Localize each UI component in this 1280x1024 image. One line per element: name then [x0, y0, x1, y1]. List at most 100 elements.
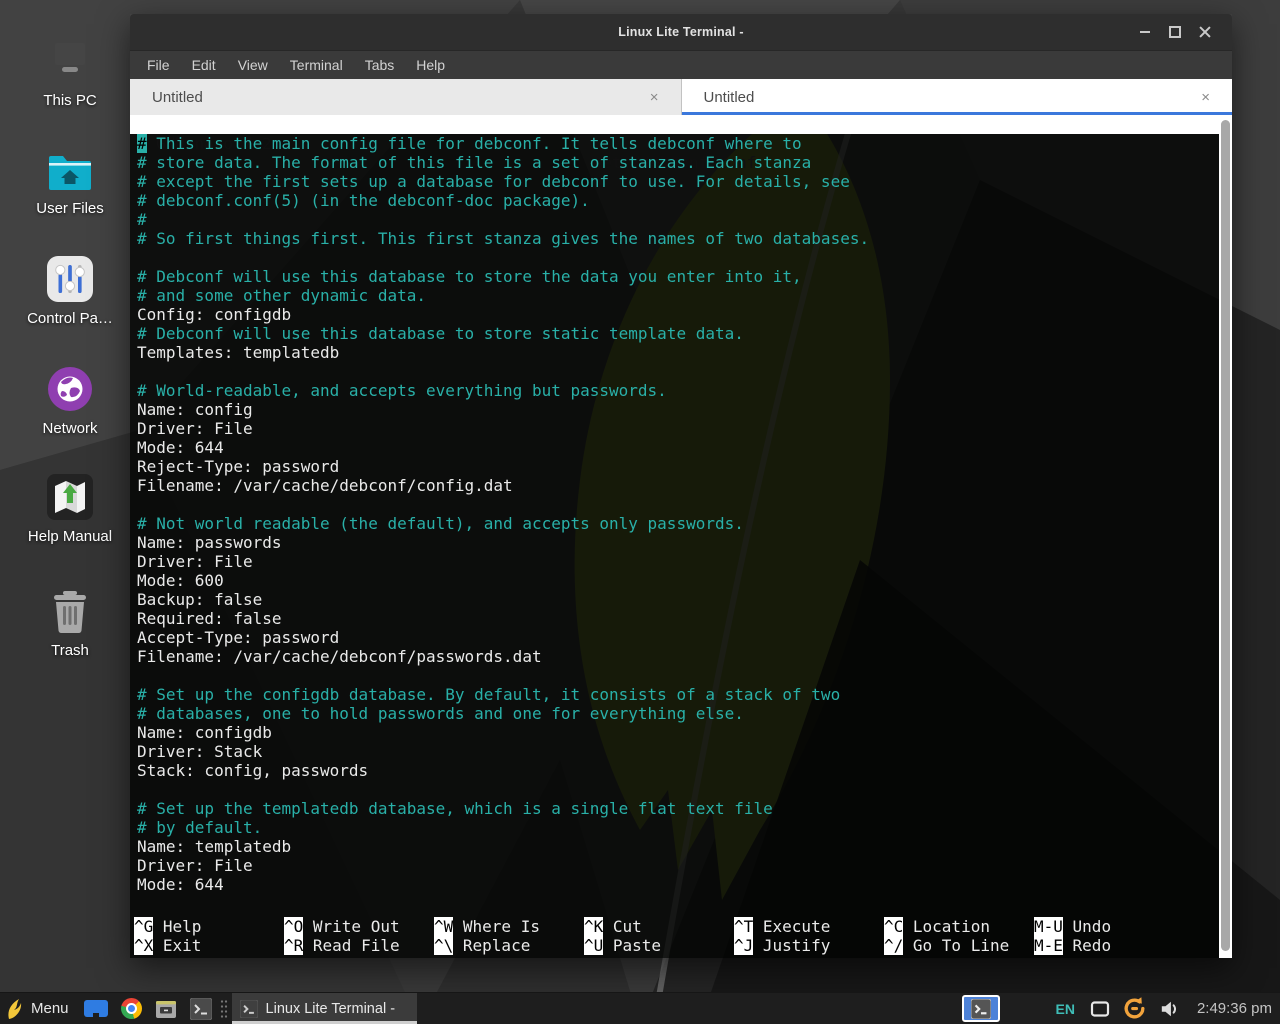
nano-shortcut-cut: ^K Cut: [584, 917, 734, 936]
nano-shortcut-go-to-line: ^/ Go To Line: [884, 936, 1034, 955]
menu-item-file[interactable]: File: [136, 57, 181, 73]
desktop-icon-help-manual[interactable]: Help Manual: [10, 468, 130, 545]
desktop-icon-label: User Files: [10, 200, 130, 217]
terminal-line: Stack: config, passwords: [130, 761, 1219, 780]
computer-icon: [10, 32, 130, 84]
nano-shortcut-redo: M-E Redo: [1034, 936, 1184, 955]
menu-item-help[interactable]: Help: [405, 57, 456, 73]
nano-titlebar: GNU nano 7.2 /etc/debconf.conf: [130, 115, 1219, 134]
terminal-line: Name: passwords: [130, 533, 1219, 552]
update-notifier-icon[interactable]: [1122, 996, 1147, 1021]
desktop-icon-user-files[interactable]: User Files: [10, 140, 130, 217]
minimize-button[interactable]: [1130, 14, 1160, 50]
control-panel-icon: [10, 250, 130, 302]
nano-shortcut-execute: ^T Execute: [734, 917, 884, 936]
terminal-line: Name: configdb: [130, 723, 1219, 742]
help-manual-icon: [10, 468, 130, 520]
close-button[interactable]: [1190, 14, 1220, 50]
terminal-line: #: [130, 210, 1219, 229]
desktop-icon-label: Help Manual: [10, 528, 130, 545]
terminal-line: Config: configdb: [130, 305, 1219, 324]
terminal-content[interactable]: GNU nano 7.2 /etc/debconf.conf # This is…: [130, 115, 1232, 958]
tray-terminal-active-icon[interactable]: [962, 995, 1000, 1022]
window-title: Linux Lite Terminal -: [618, 25, 744, 39]
scrollbar-thumb[interactable]: [1221, 120, 1230, 951]
nano-shortcut-bar: ^G Help^O Write Out^W Where Is^K Cut^T E…: [130, 917, 1219, 955]
chrome-icon[interactable]: [121, 993, 142, 1024]
file-manager-icon[interactable]: [154, 993, 178, 1024]
tab-bar: Untitled × Untitled ×: [130, 79, 1232, 116]
nano-shortcut-where-is: ^W Where Is: [434, 917, 584, 936]
panel-handle: [220, 999, 228, 1019]
trash-icon: [10, 582, 130, 634]
taskbar: Menu Linux Lite: [0, 992, 1280, 1024]
terminal-line: # This is the main config file for debco…: [130, 134, 1219, 153]
scrollbar[interactable]: [1219, 115, 1232, 958]
nano-buffer: # This is the main config file for debco…: [130, 134, 1219, 894]
nano-shortcut-help: ^G Help: [134, 917, 284, 936]
tab-close-icon[interactable]: ×: [1201, 89, 1210, 106]
clock[interactable]: 2:49:36 pm: [1197, 1000, 1272, 1017]
menu-button[interactable]: Menu: [0, 993, 77, 1024]
show-desktop-icon[interactable]: [83, 993, 109, 1024]
terminal-line: Filename: /var/cache/debconf/passwords.d…: [130, 647, 1219, 666]
desktop-icon-control-panel[interactable]: Control Pa…: [10, 250, 130, 327]
nano-shortcut-write-out: ^O Write Out: [284, 917, 434, 936]
terminal-line: # by default.: [130, 818, 1219, 837]
menu-item-edit[interactable]: Edit: [181, 57, 227, 73]
tab-untitled-1[interactable]: Untitled ×: [130, 79, 682, 116]
terminal-line: Mode: 644: [130, 438, 1219, 457]
maximize-button[interactable]: [1160, 14, 1190, 50]
nano-shortcut-exit: ^X Exit: [134, 936, 284, 955]
terminal-line: # Debconf will use this database to stor…: [130, 324, 1219, 343]
nano-shortcut-read-file: ^R Read File: [284, 936, 434, 955]
terminal-window: Linux Lite Terminal - FileEditViewTermin…: [130, 14, 1232, 958]
taskbar-window-button[interactable]: Linux Lite Terminal -: [232, 993, 418, 1024]
terminal-line: # Set up the configdb database. By defau…: [130, 685, 1219, 704]
terminal-line: Driver: File: [130, 856, 1219, 875]
terminal-line: Backup: false: [130, 590, 1219, 609]
desktop-icon-label: Control Pa…: [10, 310, 130, 327]
terminal-line: [130, 780, 1219, 799]
terminal-line: Required: false: [130, 609, 1219, 628]
window-controls: [1130, 14, 1220, 50]
menu-item-terminal[interactable]: Terminal: [279, 57, 354, 73]
display-tray-icon[interactable]: [1090, 1000, 1110, 1018]
volume-icon[interactable]: [1159, 999, 1181, 1019]
terminal-line: [130, 666, 1219, 685]
terminal-line: Driver: Stack: [130, 742, 1219, 761]
tab-close-icon[interactable]: ×: [650, 89, 659, 106]
terminal-line: Driver: File: [130, 419, 1219, 438]
terminal-line: # So first things first. This first stan…: [130, 229, 1219, 248]
menu-item-tabs[interactable]: Tabs: [354, 57, 406, 73]
terminal-line: Filename: /var/cache/debconf/config.dat: [130, 476, 1219, 495]
nano-cursor: #: [137, 134, 147, 153]
tab-untitled-2[interactable]: Untitled ×: [682, 79, 1233, 116]
desktop-icon-label: Trash: [10, 642, 130, 659]
desktop-icon-trash[interactable]: Trash: [10, 582, 130, 659]
window-titlebar[interactable]: Linux Lite Terminal -: [130, 14, 1232, 51]
terminal-line: # Debconf will use this database to stor…: [130, 267, 1219, 286]
taskbar-window-button-label: Linux Lite Terminal -: [266, 1001, 396, 1017]
desktop-icon-this-pc[interactable]: This PC: [10, 32, 130, 109]
terminal-line: Mode: 644: [130, 875, 1219, 894]
terminal-line: # World-readable, and accepts everything…: [130, 381, 1219, 400]
terminal-line: [130, 248, 1219, 267]
nano-shortcut-location: ^C Location: [884, 917, 1034, 936]
system-tray: EN 2:49:36 pm: [962, 995, 1280, 1022]
network-globe-icon: [10, 360, 130, 412]
desktop-icon-network[interactable]: Network: [10, 360, 130, 437]
terminal-launcher-icon[interactable]: [190, 993, 212, 1024]
keyboard-layout-indicator[interactable]: EN: [1055, 1001, 1074, 1017]
folder-home-icon: [10, 140, 130, 192]
terminal-line: # store data. The format of this file is…: [130, 153, 1219, 172]
terminal-line: Name: templatedb: [130, 837, 1219, 856]
terminal-line: # databases, one to hold passwords and o…: [130, 704, 1219, 723]
menu-button-label: Menu: [31, 1000, 69, 1017]
desktop-icon-label: This PC: [10, 92, 130, 109]
menu-item-view[interactable]: View: [227, 57, 279, 73]
terminal-line: [130, 495, 1219, 514]
nano-shortcut-replace: ^\ Replace: [434, 936, 584, 955]
linux-lite-logo-icon: [6, 998, 24, 1020]
terminal-line: # Set up the templatedb database, which …: [130, 799, 1219, 818]
